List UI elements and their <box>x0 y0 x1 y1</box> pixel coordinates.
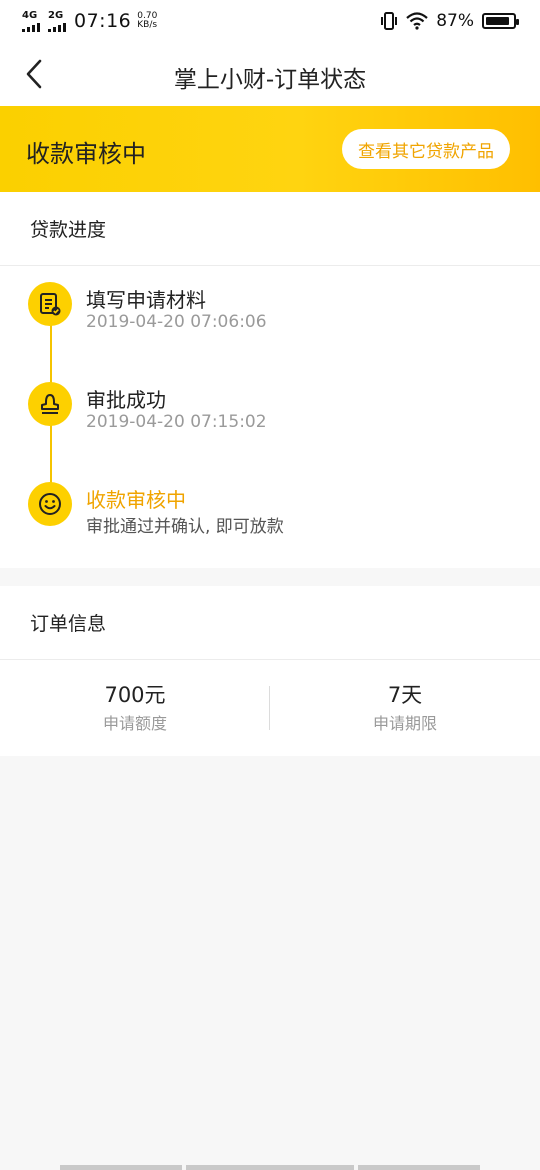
network-speed: 0.70 KB/s <box>137 12 157 30</box>
timeline-step: 填写申请材料 2019-04-20 07:06:06 <box>28 282 528 342</box>
loan-term-label: 申请期限 <box>372 714 437 733</box>
loan-amount-label: 申请额度 <box>102 714 167 733</box>
order-status-title: 收款审核中 <box>26 140 146 168</box>
step-description: 审批通过并确认, 即可放款 <box>86 517 284 537</box>
loan-progress-header: 贷款进度 <box>0 192 540 266</box>
network-type-1: 4G <box>22 9 38 21</box>
loan-amount-value: 700元 <box>104 683 166 707</box>
loan-amount: 700元 申请额度 <box>0 682 270 734</box>
signal-bars-icon <box>48 22 66 32</box>
gesture-indicator[interactable] <box>358 1165 480 1170</box>
vibrate-icon <box>381 12 398 30</box>
timeline-step-current: 收款审核中 审批通过并确认, 即可放款 <box>28 482 528 542</box>
battery-level <box>486 17 509 25</box>
loan-progress-card: 贷款进度 填写申请材料 2019-04-20 07:06:06 审批成功 201… <box>0 192 540 568</box>
loan-term-value: 7天 <box>387 683 423 707</box>
battery-percent: 87% <box>436 11 474 31</box>
order-info-card: 订单信息 700元 申请额度 7天 申请期限 <box>0 586 540 756</box>
step-title: 填写申请材料 <box>86 288 206 312</box>
step-timestamp: 2019-04-20 07:15:02 <box>86 412 267 432</box>
timeline-step: 审批成功 2019-04-20 07:15:02 <box>28 382 528 442</box>
nav-bar: 掌上小财-订单状态 <box>0 42 540 106</box>
gesture-bar[interactable] <box>0 1165 540 1170</box>
loan-term: 7天 申请期限 <box>270 682 540 734</box>
step-timestamp: 2019-04-20 07:06:06 <box>86 312 267 332</box>
network-type-2: 2G <box>48 9 64 21</box>
status-bar: 4G 2G 07:16 0.70 KB/s 87% <box>0 0 540 42</box>
clock: 07:16 <box>74 10 132 32</box>
wifi-icon <box>406 12 428 30</box>
smiley-icon <box>28 482 72 526</box>
step-title: 审批成功 <box>86 388 166 412</box>
cellular-signal-2g: 2G <box>48 9 66 32</box>
signal-bars-icon <box>22 22 40 32</box>
gesture-indicator[interactable] <box>186 1165 354 1170</box>
gesture-indicator[interactable] <box>60 1165 182 1170</box>
view-other-loans-button[interactable]: 查看其它贷款产品 <box>342 129 510 169</box>
network-speed-unit: KB/s <box>137 20 158 30</box>
order-info-header: 订单信息 <box>0 586 540 660</box>
page-title: 掌上小财-订单状态 <box>173 67 367 93</box>
cellular-signal-4g: 4G <box>22 9 40 32</box>
stamp-icon <box>28 382 72 426</box>
step-title: 收款审核中 <box>86 488 186 512</box>
battery-icon <box>482 13 519 29</box>
status-banner: 收款审核中 查看其它贷款产品 <box>0 106 540 192</box>
document-check-icon <box>28 282 72 326</box>
order-summary: 700元 申请额度 7天 申请期限 <box>0 660 540 755</box>
